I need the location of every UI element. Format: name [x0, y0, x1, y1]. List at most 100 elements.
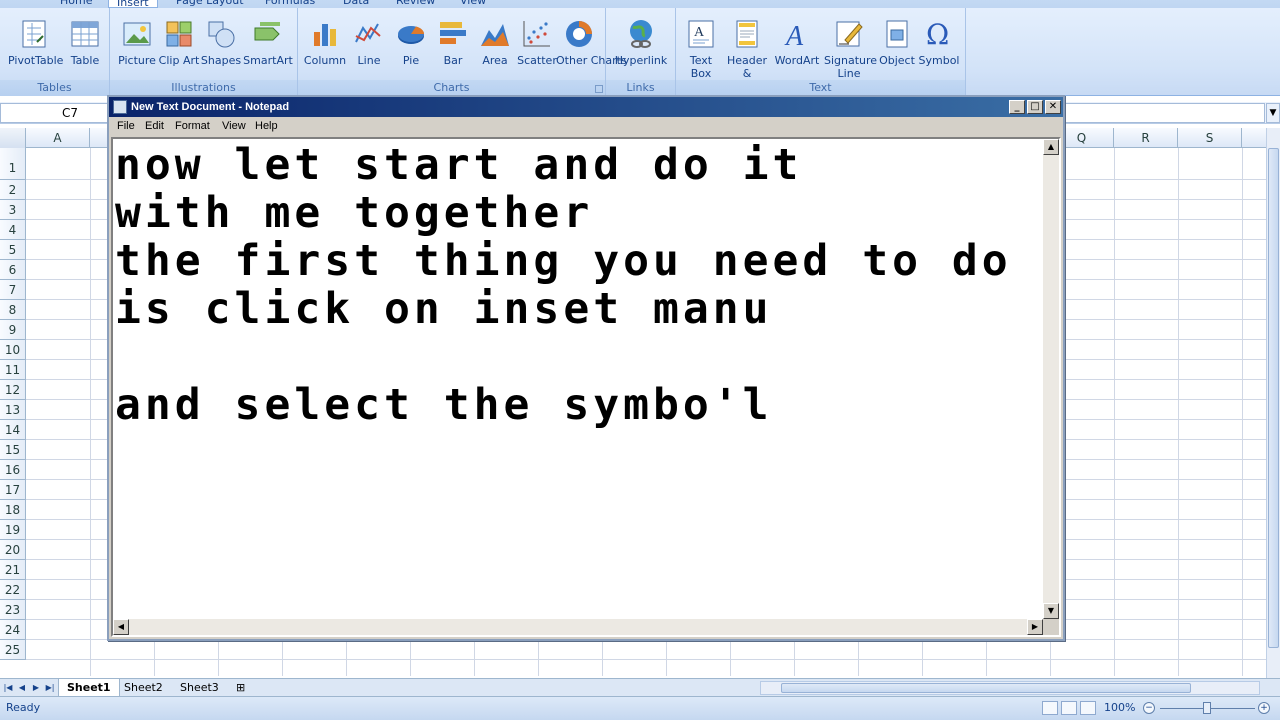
first-sheet-icon[interactable]: |◀ — [2, 681, 14, 695]
scroll-down-icon[interactable]: ▼ — [1043, 603, 1059, 619]
header-footer-button[interactable]: Header & Footer — [724, 16, 770, 93]
row-header[interactable]: 1 — [0, 148, 26, 180]
tab-page-layout[interactable]: Page Layout — [176, 0, 244, 8]
object-button[interactable]: Object — [874, 16, 920, 84]
line-chart-button[interactable]: Line — [346, 16, 392, 84]
bar-chart-icon — [437, 18, 469, 50]
tab-data[interactable]: Data — [343, 0, 369, 8]
bar-chart-button[interactable]: Bar — [430, 16, 476, 84]
row-header[interactable]: 11 — [0, 360, 26, 380]
row-header[interactable]: 18 — [0, 500, 26, 520]
row-header[interactable]: 10 — [0, 340, 26, 360]
row-header[interactable]: 8 — [0, 300, 26, 320]
row-header[interactable]: 23 — [0, 600, 26, 620]
row-header[interactable]: 2 — [0, 180, 26, 200]
scroll-right-icon[interactable]: ▶ — [1027, 619, 1043, 635]
wordart-button[interactable]: A WordArt — [772, 16, 822, 84]
vertical-scroll-thumb[interactable] — [1268, 148, 1279, 648]
shapes-icon — [205, 18, 237, 50]
row-header[interactable]: 19 — [0, 520, 26, 540]
pie-chart-button[interactable]: Pie — [388, 16, 434, 84]
scroll-up-icon[interactable]: ▲ — [1043, 139, 1059, 155]
close-button[interactable]: ✕ — [1045, 100, 1061, 114]
column-header-r[interactable]: R — [1114, 128, 1178, 148]
zoom-in-icon[interactable]: + — [1258, 702, 1270, 714]
normal-view-icon[interactable] — [1042, 701, 1058, 715]
scatter-chart-button[interactable]: Scatter — [514, 16, 560, 84]
signature-line-button[interactable]: Signature Line — [824, 16, 877, 84]
column-chart-button[interactable]: Column — [302, 16, 348, 84]
column-header-s[interactable]: S — [1178, 128, 1242, 148]
page-layout-view-icon[interactable] — [1061, 701, 1077, 715]
vertical-scrollbar[interactable] — [1266, 128, 1280, 680]
insert-sheet-icon[interactable]: ⊞ — [228, 679, 253, 697]
maximize-button[interactable]: □ — [1027, 100, 1043, 114]
notepad-vertical-scrollbar[interactable]: ▲ ▼ — [1043, 139, 1059, 619]
next-sheet-icon[interactable]: ▶ — [30, 681, 42, 695]
zoom-level[interactable]: 100% — [1104, 701, 1135, 714]
page-break-view-icon[interactable] — [1080, 701, 1096, 715]
menu-file[interactable]: File — [117, 120, 135, 132]
tab-formulas[interactable]: Formulas — [265, 0, 315, 8]
tab-insert[interactable]: Insert — [108, 0, 158, 8]
tab-review[interactable]: Review — [396, 0, 435, 8]
charts-dialog-launcher[interactable] — [595, 85, 603, 93]
menu-format[interactable]: Format — [175, 120, 210, 132]
area-chart-button[interactable]: Area — [472, 16, 518, 84]
row-header[interactable]: 3 — [0, 200, 26, 220]
tab-home[interactable]: Home — [60, 0, 92, 8]
row-header[interactable]: 17 — [0, 480, 26, 500]
scroll-left-icon[interactable]: ◀ — [113, 619, 129, 635]
table-button[interactable]: Table — [62, 16, 108, 84]
horizontal-scrollbar[interactable] — [760, 681, 1260, 695]
text-box-button[interactable]: A Text Box — [678, 16, 724, 84]
group-label-text: Text — [676, 80, 965, 96]
row-header[interactable]: 22 — [0, 580, 26, 600]
row-header[interactable]: 13 — [0, 400, 26, 420]
sheet-tab-3[interactable]: Sheet3 — [172, 679, 227, 697]
row-header[interactable]: 9 — [0, 320, 26, 340]
notepad-horizontal-scrollbar[interactable]: ◀ ▶ — [113, 619, 1043, 635]
smartart-button[interactable]: SmartArt — [242, 16, 294, 84]
zoom-slider-thumb[interactable] — [1203, 702, 1211, 714]
row-header[interactable]: 6 — [0, 260, 26, 280]
row-header[interactable]: 4 — [0, 220, 26, 240]
other-charts-button[interactable]: Other Charts — [556, 16, 627, 84]
tab-view[interactable]: View — [460, 0, 486, 8]
prev-sheet-icon[interactable]: ◀ — [16, 681, 28, 695]
row-header[interactable]: 14 — [0, 420, 26, 440]
formula-input[interactable] — [1065, 103, 1265, 123]
formula-expand-button[interactable]: ▼ — [1266, 103, 1280, 123]
zoom-out-icon[interactable]: − — [1143, 702, 1155, 714]
row-header[interactable]: 24 — [0, 620, 26, 640]
menu-edit[interactable]: Edit — [145, 120, 164, 132]
resize-grip-icon[interactable] — [1043, 619, 1059, 635]
row-header[interactable]: 12 — [0, 380, 26, 400]
horizontal-scroll-thumb[interactable] — [781, 683, 1191, 693]
menu-help[interactable]: Help — [255, 120, 278, 132]
row-header[interactable]: 20 — [0, 540, 26, 560]
sheet-tab-2[interactable]: Sheet2 — [116, 679, 171, 697]
last-sheet-icon[interactable]: ▶| — [44, 681, 56, 695]
notepad-title-bar[interactable]: New Text Document - Notepad _ □ ✕ — [109, 97, 1063, 117]
notepad-text[interactable]: now let start and do it with me together… — [115, 141, 1041, 617]
row-header[interactable]: 16 — [0, 460, 26, 480]
minimize-button[interactable]: _ — [1009, 100, 1025, 114]
symbol-button[interactable]: Ω Symbol — [916, 16, 962, 84]
row-header[interactable]: 5 — [0, 240, 26, 260]
sheet-tab-1[interactable]: Sheet1 — [58, 679, 120, 697]
shapes-button[interactable]: Shapes — [198, 16, 244, 84]
row-header[interactable]: 21 — [0, 560, 26, 580]
picture-button[interactable]: Picture — [114, 16, 160, 84]
menu-view[interactable]: View — [222, 120, 246, 132]
row-header[interactable]: 15 — [0, 440, 26, 460]
group-links: Hyperlink Links — [606, 8, 676, 96]
pivottable-button[interactable]: PivotTable — [8, 16, 63, 84]
row-header[interactable]: 7 — [0, 280, 26, 300]
hyperlink-button[interactable]: Hyperlink — [614, 16, 668, 84]
row-header[interactable]: 25 — [0, 640, 26, 660]
clip-art-button[interactable]: Clip Art — [156, 16, 202, 84]
select-all-corner[interactable] — [0, 128, 26, 148]
column-header-a[interactable]: A — [26, 128, 90, 148]
notepad-text-area[interactable]: now let start and do it with me together… — [111, 137, 1061, 637]
